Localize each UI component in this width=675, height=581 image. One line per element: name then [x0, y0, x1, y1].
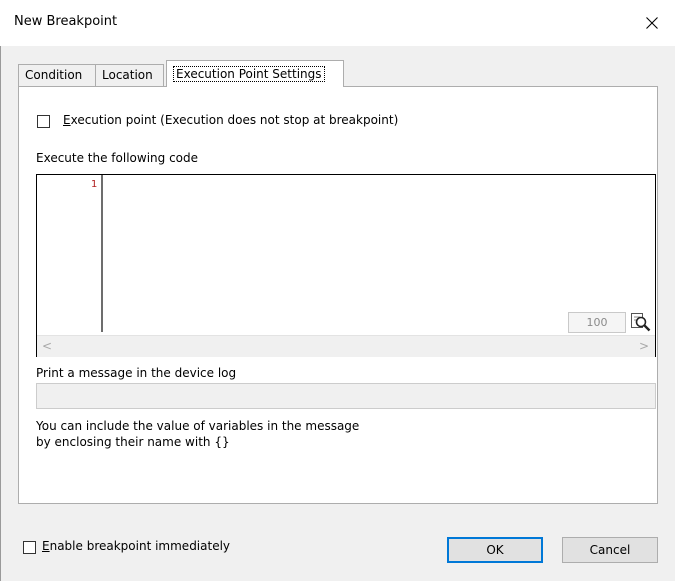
enable-breakpoint-mnemonic: E — [42, 539, 50, 553]
execution-point-label[interactable]: Execution point (Execution does not stop… — [63, 113, 398, 127]
enable-breakpoint-checkbox[interactable] — [23, 541, 36, 554]
new-breakpoint-dialog: New Breakpoint Condition Location Execut… — [0, 0, 675, 581]
message-hint-line-2: by enclosing their name with {} — [36, 435, 230, 449]
gutter-divider — [101, 175, 103, 332]
message-hint: You can include the value of variables i… — [36, 418, 359, 450]
code-editor[interactable]: 1 100 < > — [36, 174, 656, 357]
window-border — [0, 0, 1, 581]
enable-breakpoint-label-text: nable breakpoint immediately — [49, 539, 231, 553]
close-button[interactable] — [629, 0, 675, 46]
execution-point-mnemonic: E — [63, 113, 71, 127]
tab-location-label: Location — [102, 68, 153, 82]
tab-condition-label: Condition — [25, 68, 83, 82]
scroll-left-arrow[interactable]: < — [42, 339, 52, 353]
cancel-button[interactable]: Cancel — [562, 537, 658, 563]
horizontal-scrollbar[interactable]: < > — [37, 335, 655, 357]
message-label: Print a message in the device log — [36, 366, 237, 380]
scroll-right-arrow[interactable]: > — [639, 339, 649, 353]
tab-execution-point-settings[interactable]: Execution Point Settings — [166, 60, 344, 87]
window-title: New Breakpoint — [14, 14, 118, 29]
message-input[interactable] — [36, 383, 656, 409]
execution-point-checkbox[interactable] — [37, 115, 50, 128]
enable-breakpoint-label[interactable]: Enable breakpoint immediately — [42, 539, 230, 553]
tab-condition[interactable]: Condition — [18, 64, 96, 86]
ok-button[interactable]: OK — [447, 537, 543, 563]
message-hint-line-1: You can include the value of variables i… — [36, 419, 360, 433]
execution-point-label-text: xecution point (Execution does not stop … — [70, 113, 399, 127]
code-label: Execute the following code — [36, 151, 199, 165]
tab-execution-point-settings-label: Execution Point Settings — [173, 66, 325, 82]
magnifier-icon[interactable] — [630, 311, 652, 333]
close-icon — [646, 17, 658, 29]
title-bar: New Breakpoint — [0, 0, 675, 46]
tab-location[interactable]: Location — [95, 64, 164, 86]
tab-panel: Execution point (Execution does not stop… — [18, 86, 658, 504]
line-number: 1 — [91, 179, 98, 190]
zoom-level-field[interactable]: 100 — [568, 312, 626, 333]
